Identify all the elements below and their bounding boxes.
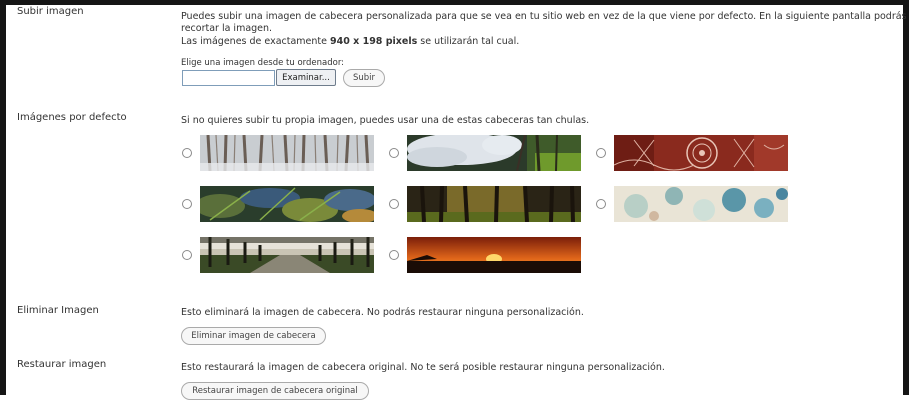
- remove-header-button[interactable]: Eliminar imagen de cabecera: [181, 327, 326, 345]
- header-radio-7[interactable]: [182, 250, 192, 260]
- upload-section-label: Subir imagen: [17, 6, 84, 17]
- window-frame-top: [0, 0, 909, 5]
- header-radio-1[interactable]: [182, 148, 192, 158]
- upload-description-line3: Las imágenes de exactamente 940 x 198 pi…: [181, 36, 519, 47]
- forest-light-header-image[interactable]: [407, 186, 581, 222]
- tree-avenue-header-image[interactable]: [200, 237, 374, 273]
- upload-size-suffix: se utilizarán tal cual.: [417, 36, 520, 47]
- upload-size-value: 940 x 198 pixels: [330, 36, 418, 47]
- remove-section-label: Eliminar Imagen: [17, 305, 99, 316]
- window-frame-left: [0, 0, 6, 395]
- restore-header-button[interactable]: Restaurar imagen de cabecera original: [181, 382, 369, 400]
- blossom-tree-header-image[interactable]: [407, 135, 581, 171]
- red-lace-pattern-header-image[interactable]: [614, 135, 788, 171]
- header-radio-2[interactable]: [389, 148, 399, 158]
- snowy-forest-header-image[interactable]: [200, 135, 374, 171]
- choose-file-label: Elige una imagen desde tu ordenador:: [181, 58, 345, 68]
- header-radio-4[interactable]: [182, 199, 192, 209]
- restore-section-label: Restaurar imagen: [17, 359, 107, 370]
- browse-button[interactable]: Examinar...: [276, 69, 336, 86]
- upload-size-prefix: Las imágenes de exactamente: [181, 36, 331, 47]
- file-path-input[interactable]: [182, 70, 275, 86]
- sunset-header-image[interactable]: [407, 237, 581, 273]
- header-radio-6[interactable]: [596, 199, 606, 209]
- teal-stains-pattern-header-image[interactable]: [614, 186, 788, 222]
- remove-description: Esto eliminará la imagen de cabecera. No…: [181, 307, 584, 318]
- ferns-header-image[interactable]: [200, 186, 374, 222]
- header-radio-5[interactable]: [389, 199, 399, 209]
- upload-description-line2: recortar la imagen.: [181, 23, 273, 34]
- header-radio-3[interactable]: [596, 148, 606, 158]
- default-images-section-label: Imágenes por defecto: [17, 112, 127, 123]
- default-images-description: Si no quieres subir tu propia imagen, pu…: [181, 115, 590, 126]
- restore-description: Esto restaurará la imagen de cabecera or…: [181, 362, 665, 373]
- upload-description-line1: Puedes subir una imagen de cabecera pers…: [181, 11, 907, 22]
- upload-submit-button[interactable]: Subir: [343, 69, 385, 87]
- header-radio-8[interactable]: [389, 250, 399, 260]
- window-frame-right: [903, 0, 909, 395]
